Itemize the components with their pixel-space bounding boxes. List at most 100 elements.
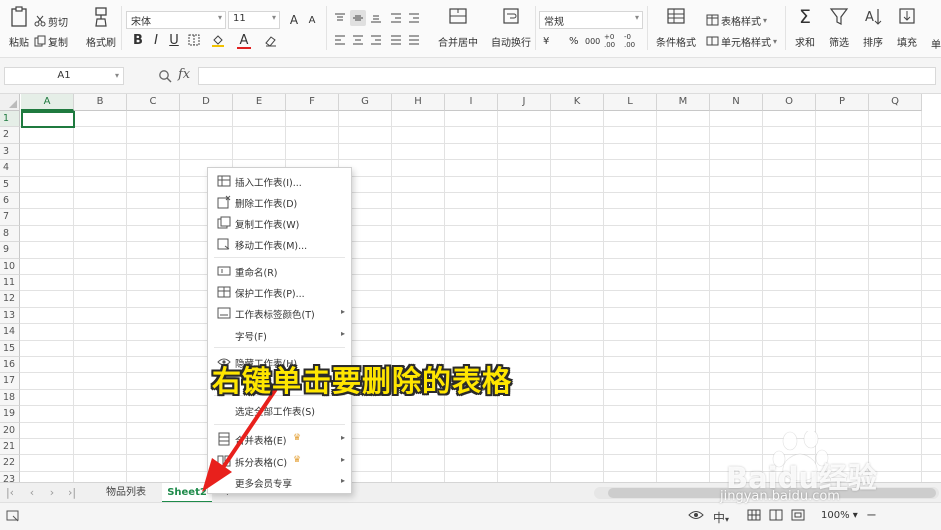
sort-button[interactable]: A 排序 <box>858 4 888 54</box>
column-header-g[interactable]: G <box>339 94 392 111</box>
conditional-format-button[interactable]: 条件格式 <box>653 4 699 54</box>
increase-decimal-button[interactable]: +0 .00 <box>604 32 622 50</box>
first-sheet-button[interactable]: |‹ <box>4 486 16 500</box>
cut-button[interactable]: 剪切 <box>34 12 68 30</box>
row-header-4[interactable]: 4 <box>0 160 20 177</box>
name-box[interactable]: A1 ▾ <box>4 67 124 85</box>
row-header-13[interactable]: 13 <box>0 307 20 325</box>
select-all-corner[interactable] <box>0 94 20 111</box>
formula-input[interactable] <box>198 67 936 85</box>
row-header-6[interactable]: 6 <box>0 193 20 210</box>
underline-button[interactable]: U <box>166 32 182 48</box>
align-right-button[interactable] <box>368 32 384 48</box>
zoom-level[interactable]: 100% ▾ <box>821 510 858 521</box>
row-header-2[interactable]: 2 <box>0 127 20 144</box>
row-header-3[interactable]: 3 <box>0 143 20 161</box>
row-header-19[interactable]: 19 <box>0 406 20 423</box>
align-top-button[interactable] <box>332 10 348 26</box>
format-painter-button[interactable]: 格式刷 <box>86 4 116 54</box>
table-style-button[interactable]: 表格样式 ▾ <box>706 11 767 29</box>
column-header-f[interactable]: F <box>286 94 339 111</box>
column-header-q[interactable]: Q <box>869 94 922 111</box>
row-header-14[interactable]: 14 <box>0 324 20 341</box>
column-header-c[interactable]: C <box>127 94 180 111</box>
distributed-button[interactable] <box>406 32 422 48</box>
align-bottom-button[interactable] <box>368 10 384 26</box>
align-center-button[interactable] <box>350 32 366 48</box>
row-header-15[interactable]: 15 <box>0 340 20 357</box>
row-header-18[interactable]: 18 <box>0 389 20 407</box>
active-cell-highlight[interactable] <box>21 111 75 128</box>
column-header-a[interactable]: A <box>21 94 74 111</box>
clear-format-button[interactable] <box>262 32 278 48</box>
justify-button[interactable] <box>388 32 404 48</box>
merge-center-button[interactable]: 合并居中 <box>434 4 482 54</box>
thousands-button[interactable]: 000 <box>585 32 600 50</box>
row-header-12[interactable]: 12 <box>0 291 20 308</box>
row-header-22[interactable]: 22 <box>0 455 20 472</box>
menu-item-f[interactable]: 字号(F) ▸ <box>208 325 351 346</box>
row-header-7[interactable]: 7 <box>0 209 20 226</box>
sheet-tab-items[interactable]: 物品列表 <box>95 483 157 503</box>
bold-button[interactable]: B <box>130 32 146 48</box>
column-header-i[interactable]: I <box>445 94 498 111</box>
page-layout-view-button[interactable] <box>768 509 784 525</box>
border-button[interactable] <box>186 32 202 48</box>
eye-protection-icon[interactable] <box>688 509 704 525</box>
column-header-h[interactable]: H <box>392 94 445 111</box>
menu-item-i[interactable]: 插入工作表(I)... <box>208 171 351 192</box>
column-header-e[interactable]: E <box>233 94 286 111</box>
copy-button[interactable]: 复制 <box>34 32 68 50</box>
prev-sheet-button[interactable]: ‹ <box>26 486 38 500</box>
column-header-o[interactable]: O <box>763 94 816 111</box>
align-left-button[interactable] <box>332 32 348 48</box>
row-header-1[interactable]: 1 <box>0 111 20 128</box>
next-sheet-button[interactable]: › <box>46 486 58 500</box>
input-mode-indicator[interactable]: 中▾ <box>708 509 734 525</box>
row-header-16[interactable]: 16 <box>0 357 20 374</box>
row-header-20[interactable]: 20 <box>0 422 20 439</box>
menu-item-t[interactable]: 工作表标签颜色(T) ▸ <box>208 303 351 324</box>
menu-item-r[interactable]: 重命名(R) <box>208 261 351 282</box>
column-header-n[interactable]: N <box>710 94 763 111</box>
fill-color-button[interactable] <box>210 32 226 48</box>
more-button[interactable]: 单 <box>931 34 941 52</box>
percent-button[interactable]: % <box>569 32 579 50</box>
decrease-font-button[interactable]: A <box>304 12 320 28</box>
macro-record-icon[interactable] <box>6 510 20 523</box>
cell-grid[interactable]: A B C D E F G H I J K L M N O P Q 1 2 3 4 5 6 7 8 9 10 11 12 13 14 15 16… <box>0 94 941 482</box>
menu-item-d[interactable]: 删除工作表(D) <box>208 192 351 213</box>
column-header-j[interactable]: J <box>498 94 551 111</box>
increase-font-button[interactable]: A <box>286 12 302 28</box>
row-header-9[interactable]: 9 <box>0 242 20 259</box>
page-break-view-button[interactable] <box>790 509 806 525</box>
menu-item-m[interactable]: 移动工作表(M)... <box>208 234 351 255</box>
font-name-select[interactable]: 宋体 ▾ <box>126 11 226 29</box>
menu-item-w[interactable]: 复制工作表(W) <box>208 213 351 234</box>
row-header-11[interactable]: 11 <box>0 275 20 292</box>
font-color-button[interactable]: A <box>236 32 252 49</box>
increase-indent-button[interactable] <box>406 10 422 26</box>
align-middle-button[interactable] <box>350 10 366 26</box>
row-header-17[interactable]: 17 <box>0 373 20 390</box>
row-header-5[interactable]: 5 <box>0 176 20 193</box>
last-sheet-button[interactable]: ›| <box>66 486 78 500</box>
normal-view-button[interactable] <box>746 509 762 525</box>
currency-button[interactable]: ¥ <box>543 32 549 50</box>
paste-button[interactable]: 粘贴 <box>4 4 34 54</box>
italic-button[interactable]: I <box>148 32 164 48</box>
zoom-icon[interactable] <box>158 69 172 83</box>
sum-button[interactable]: Σ 求和 <box>790 4 820 54</box>
zoom-out-button[interactable]: − <box>866 508 877 523</box>
wrap-text-button[interactable]: 自动换行 <box>487 4 535 54</box>
row-header-10[interactable]: 10 <box>0 258 20 275</box>
column-header-d[interactable]: D <box>180 94 233 111</box>
cell-style-button[interactable]: 单元格样式 ▾ <box>706 32 777 50</box>
decrease-decimal-button[interactable]: -0 .00 <box>624 32 642 50</box>
row-header-8[interactable]: 8 <box>0 225 20 243</box>
fill-button[interactable]: 填充 <box>892 4 922 54</box>
font-size-select[interactable]: 11 ▾ <box>228 11 280 29</box>
fx-button[interactable]: fx <box>178 67 190 82</box>
menu-item-p[interactable]: 保护工作表(P)... <box>208 282 351 303</box>
decrease-indent-button[interactable] <box>388 10 404 26</box>
